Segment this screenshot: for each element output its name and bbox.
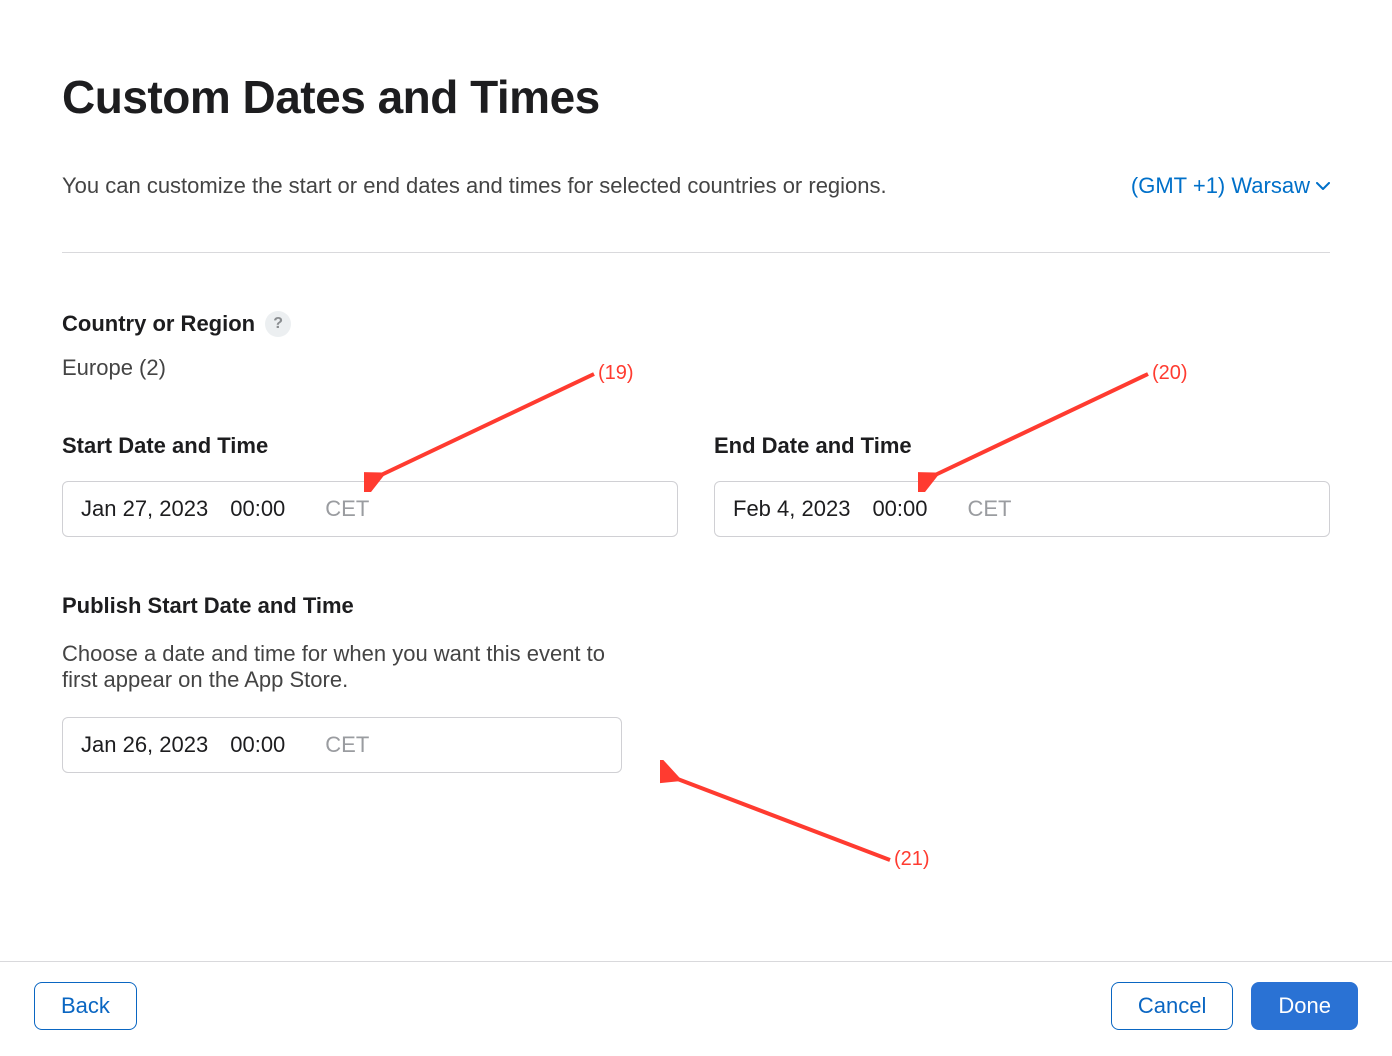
timezone-selector[interactable]: (GMT +1) Warsaw — [1131, 170, 1330, 202]
timezone-label: (GMT +1) Warsaw — [1131, 173, 1310, 199]
end-date-input[interactable]: Feb 4, 2023 00:00 CET — [714, 481, 1330, 537]
publish-time-value: 00:00 — [230, 732, 285, 758]
end-date-label: End Date and Time — [714, 433, 1330, 459]
end-date-value: Feb 4, 2023 — [733, 496, 850, 522]
publish-date-desc: Choose a date and time for when you want… — [62, 641, 622, 693]
annotation-arrow-21 — [660, 760, 920, 880]
region-value: Europe (2) — [62, 355, 1330, 381]
publish-zone-value: CET — [325, 732, 369, 758]
intro-text: You can customize the start or end dates… — [62, 170, 887, 202]
start-zone-value: CET — [325, 496, 369, 522]
region-section-label: Country or Region — [62, 311, 255, 337]
done-button[interactable]: Done — [1251, 982, 1358, 1030]
start-time-value: 00:00 — [230, 496, 285, 522]
help-icon[interactable]: ? — [265, 311, 291, 337]
start-date-value: Jan 27, 2023 — [81, 496, 208, 522]
end-zone-value: CET — [968, 496, 1012, 522]
start-date-input[interactable]: Jan 27, 2023 00:00 CET — [62, 481, 678, 537]
annotation-label-21: (21) — [894, 848, 930, 871]
footer: Back Cancel Done — [0, 961, 1392, 1056]
page-title: Custom Dates and Times — [62, 70, 1330, 124]
chevron-down-icon — [1316, 178, 1330, 194]
publish-date-label: Publish Start Date and Time — [62, 593, 622, 619]
start-date-label: Start Date and Time — [62, 433, 678, 459]
publish-date-value: Jan 26, 2023 — [81, 732, 208, 758]
cancel-button[interactable]: Cancel — [1111, 982, 1233, 1030]
divider — [62, 252, 1330, 253]
end-time-value: 00:00 — [872, 496, 927, 522]
publish-date-input[interactable]: Jan 26, 2023 00:00 CET — [62, 717, 622, 773]
back-button[interactable]: Back — [34, 982, 137, 1030]
